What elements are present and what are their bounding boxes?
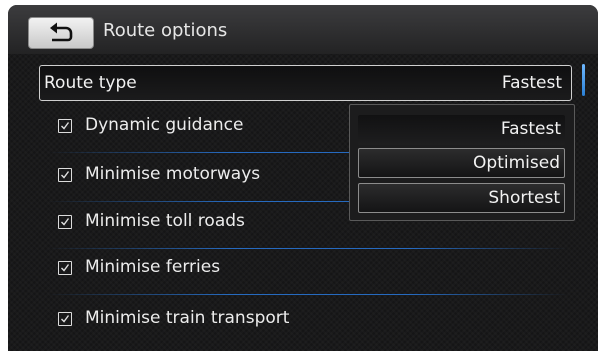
route-type-value: Fastest [501,73,562,93]
dropdown-item-optimised[interactable]: Optimised [358,148,565,178]
checkbox-checked-icon [58,119,72,133]
dropdown-item-label: Fastest [500,119,561,139]
scrollbar[interactable] [582,64,585,96]
divider [48,294,568,295]
dropdown-item-shortest[interactable]: Shortest [358,183,565,213]
route-type-label: Route type [44,73,137,93]
route-type-dropdown: Fastest Optimised Shortest [349,104,575,221]
checkbox-checked-icon [58,312,72,326]
dropdown-item-label: Shortest [488,188,560,208]
dropdown-item-label: Optimised [473,153,560,173]
divider [48,248,568,249]
option-label: Minimise motorways [85,164,261,184]
route-type-row[interactable]: Route type Fastest [39,65,572,101]
checkbox-checked-icon [58,168,72,182]
back-button[interactable] [28,17,94,49]
dropdown-item-fastest[interactable]: Fastest [358,115,565,145]
option-label: Minimise train transport [85,308,290,328]
checkbox-checked-icon [58,261,72,275]
app-window: Route options Route type Fastest Dynamic… [8,5,598,351]
option-label: Minimise toll roads [85,211,245,231]
header-bar: Route options [8,5,598,54]
checkbox-checked-icon [58,215,72,229]
option-label: Minimise ferries [85,257,221,277]
option-minimise-train-transport[interactable]: Minimise train transport [48,301,568,345]
back-arrow-icon [50,22,73,42]
option-label: Dynamic guidance [85,115,244,135]
page-title: Route options [103,20,228,41]
option-minimise-ferries[interactable]: Minimise ferries [48,250,568,294]
